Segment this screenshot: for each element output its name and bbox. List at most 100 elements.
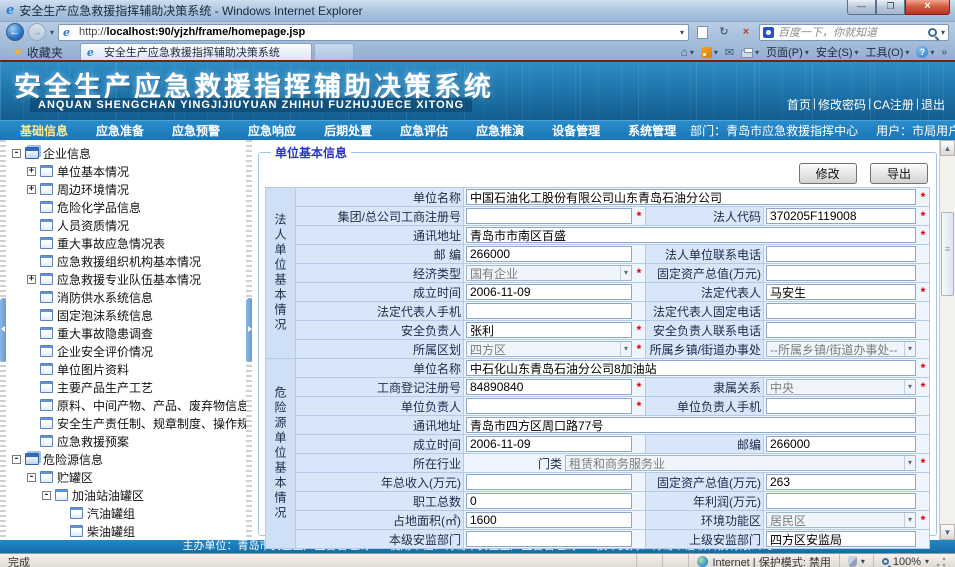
tab-active[interactable]: e 安全生产应急救援指挥辅助决策系统 [80,43,312,60]
menu-item-2[interactable]: 应急预警 [158,122,234,139]
address-dropdown-icon[interactable]: ▾ [680,28,684,37]
forward-button[interactable]: → [28,23,46,41]
tree-expander-icon[interactable]: + [27,185,36,194]
tree-node[interactable]: +应急救援专业队伍基本情况 [10,270,244,288]
field-input[interactable] [466,284,632,300]
field-input[interactable] [766,246,916,262]
field-input[interactable] [766,493,916,509]
field-select[interactable]: 租赁和商务服务业▾ [565,455,916,471]
field-select[interactable]: 居民区▾ [766,512,916,528]
feeds-button[interactable]: ▾ [701,47,718,58]
tree-expander-icon[interactable]: - [12,149,21,158]
tree-node[interactable]: 人员资质情况 [10,216,244,234]
menu-item-3[interactable]: 应急响应 [234,122,310,139]
tree-expander-icon[interactable]: + [27,275,36,284]
tree-node[interactable]: 危险化学品信息 [10,198,244,216]
toolbar-overflow-icon[interactable]: » [941,47,947,58]
tree-node[interactable]: 企业安全评价情况 [10,342,244,360]
field-input[interactable] [466,303,632,319]
tree-expander-icon[interactable]: - [12,455,21,464]
field-input[interactable] [466,227,916,243]
tree-node[interactable]: 安全生产责任制、规章制度、操作规程信息 [10,414,244,432]
field-select[interactable]: 中央▾ [766,379,916,395]
tree-node[interactable]: 消防供水系统信息 [10,288,244,306]
search-input[interactable]: 百度一下，你就知道 ▾ [759,24,949,41]
field-input[interactable] [766,474,916,490]
field-input[interactable] [466,512,632,528]
tools-menu[interactable]: 工具(O)▾ [866,44,910,60]
menu-item-7[interactable]: 设备管理 [538,122,614,139]
field-select[interactable]: 四方区▾ [466,341,632,357]
field-input[interactable] [766,303,916,319]
field-input[interactable] [766,398,916,414]
menu-item-0[interactable]: 基础信息 [6,122,82,139]
tree-node[interactable]: -贮罐区 [10,468,244,486]
field-input[interactable] [766,208,916,224]
field-input[interactable] [466,246,632,262]
compatibility-view-icon[interactable] [693,24,711,41]
tree-node[interactable]: 重大事故应急情况表 [10,234,244,252]
menu-item-1[interactable]: 应急准备 [82,122,158,139]
field-input[interactable] [766,284,916,300]
close-button[interactable]: × [905,0,950,15]
banner-link-1[interactable]: 修改密码 [818,96,866,113]
stop-button[interactable]: × [737,24,755,41]
export-button[interactable]: 导出 [870,163,928,184]
tree-node[interactable]: -加油站油罐区 [10,486,244,504]
menu-item-6[interactable]: 应急推演 [462,122,538,139]
field-input[interactable] [466,208,632,224]
print-button[interactable]: ▾ [741,47,759,58]
home-button[interactable]: ⌂▾ [681,45,694,59]
field-select[interactable]: --所属乡镇/街道办事处--▾ [766,341,916,357]
tree-node[interactable]: -企业信息 [10,144,244,162]
field-input[interactable] [466,189,916,205]
tree-node[interactable]: +周边环境情况 [10,180,244,198]
field-input[interactable] [466,360,916,376]
tree-node[interactable]: 应急救援组织机构基本情况 [10,252,244,270]
field-input[interactable] [466,531,632,547]
tree-node[interactable]: 应急救援预案 [10,432,244,450]
banner-link-0[interactable]: 首页 [787,96,811,113]
read-mail-button[interactable]: ✉ [725,46,734,59]
tree-node[interactable]: 主要产品生产工艺 [10,378,244,396]
help-menu[interactable]: ?▾ [916,46,934,58]
tree-node[interactable]: 固定泡沫系统信息 [10,306,244,324]
field-input[interactable] [466,398,632,414]
field-input[interactable] [766,265,916,281]
address-input[interactable]: e http://localhost:90/yjzh/frame/homepag… [58,24,689,41]
field-input[interactable] [766,436,916,452]
tree-node[interactable]: +单位基本情况 [10,162,244,180]
field-input[interactable] [466,474,632,490]
new-tab-button[interactable] [314,43,354,60]
field-input[interactable] [466,379,632,395]
minimize-button[interactable]: — [847,0,876,15]
tree-node[interactable]: 单位图片资料 [10,360,244,378]
tree-node[interactable]: -危险源信息 [10,450,244,468]
zoom-control[interactable]: 100% ▾ [873,554,955,567]
menu-item-4[interactable]: 后期处置 [310,122,386,139]
resize-grip-icon[interactable] [935,556,947,567]
tree-expander-icon[interactable]: - [42,491,51,500]
field-input[interactable] [466,322,632,338]
modify-button[interactable]: 修改 [799,163,857,184]
menu-item-8[interactable]: 系统管理 [614,122,690,139]
banner-link-2[interactable]: CA注册 [873,96,914,113]
scroll-thumb[interactable] [941,212,954,296]
search-icon[interactable] [928,28,937,37]
field-input[interactable] [766,322,916,338]
field-input[interactable] [466,493,632,509]
field-input[interactable] [466,436,632,452]
protection-menu[interactable]: ▾ [839,554,873,567]
favorites-button[interactable]: ★ 收藏夹 [4,44,72,60]
field-select[interactable]: 国有企业▾ [466,265,632,281]
banner-link-3[interactable]: 退出 [921,96,945,113]
back-button[interactable]: ← [6,23,24,41]
history-dropdown-icon[interactable]: ▾ [50,28,54,37]
scroll-down-button[interactable]: ▼ [940,524,955,540]
refresh-button[interactable]: ↻ [715,24,733,41]
field-input[interactable] [766,531,916,547]
menu-item-5[interactable]: 应急评估 [386,122,462,139]
page-menu[interactable]: 页面(P)▾ [766,44,809,60]
field-input[interactable] [466,417,916,433]
scroll-up-button[interactable]: ▲ [940,140,955,156]
